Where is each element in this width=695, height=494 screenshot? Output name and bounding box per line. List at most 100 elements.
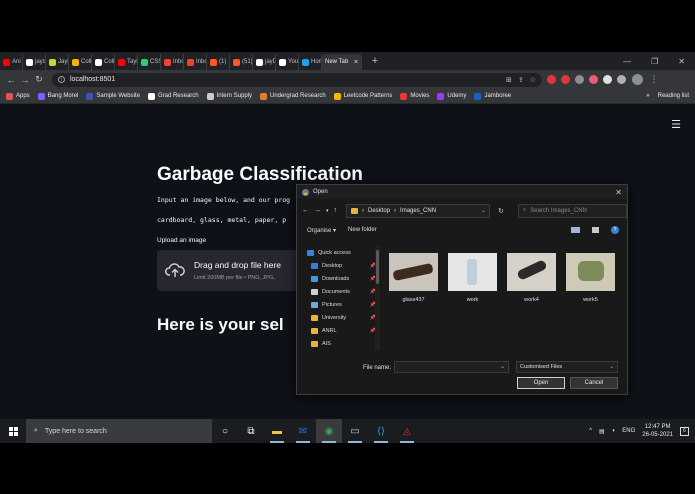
bookmark-item[interactable]: Grad Research — [147, 92, 199, 100]
browser-tab[interactable]: jaysl — [23, 54, 46, 70]
file-item[interactable]: glass437 — [389, 253, 438, 323]
bookmark-item[interactable]: Intern Supply — [206, 92, 252, 100]
minimize-icon[interactable]: — — [623, 57, 631, 66]
cancel-button[interactable]: Cancel — [570, 377, 618, 389]
network-icon[interactable]: ▤ — [599, 428, 605, 435]
nav-pane-item[interactable]: Documents 📌 — [305, 285, 382, 298]
new-folder-button[interactable]: New folder — [348, 227, 377, 233]
browser-tab[interactable]: Ani — [0, 54, 23, 70]
task-view-taskbar-icon[interactable]: ○ — [212, 419, 238, 443]
bookmark-item[interactable]: Leetcode Patterns — [333, 92, 392, 100]
extension-icon[interactable] — [617, 75, 626, 84]
extension-icon[interactable] — [589, 75, 598, 84]
new-tab-button[interactable]: + — [368, 55, 382, 67]
back-button[interactable]: ← — [4, 73, 18, 87]
chrome-taskbar-icon[interactable]: ◉ — [316, 419, 342, 443]
extension-icon[interactable] — [561, 75, 570, 84]
nav-pane-item[interactable]: ANRL 📌 — [305, 324, 382, 337]
path-dropdown-icon[interactable]: ⌄ — [481, 207, 489, 214]
bookmark-item[interactable]: Udemy — [437, 92, 466, 100]
browser-tab[interactable]: Hom — [299, 54, 322, 70]
file-explorer-taskbar-icon[interactable]: ▬ — [264, 419, 290, 443]
filetype-select[interactable]: Customised Files ⌄ — [516, 361, 618, 373]
browser-tab[interactable]: Jayl — [46, 54, 69, 70]
browser-tab[interactable]: Inbo — [184, 54, 207, 70]
filename-dropdown-icon[interactable]: ⌄ — [500, 363, 505, 370]
install-icon[interactable]: ⊞ — [506, 76, 512, 84]
help-icon[interactable]: ? — [611, 226, 619, 234]
file-item[interactable]: work4 — [507, 253, 556, 323]
nav-pane-item[interactable]: University 📌 — [305, 311, 382, 324]
dialog-back-icon[interactable]: ← — [302, 207, 309, 214]
nav-pane-item[interactable]: Pictures 📌 — [305, 298, 382, 311]
path-crumb-images[interactable]: Images_CNN — [400, 208, 436, 214]
profile-avatar[interactable] — [632, 74, 643, 85]
bookmark-item[interactable]: Bang Morel — [37, 92, 78, 100]
browser-tab[interactable]: Coll — [69, 54, 92, 70]
bookmark-item[interactable]: Jamboree — [474, 92, 511, 100]
browser-tab[interactable]: jayD — [253, 54, 276, 70]
view-options-icon[interactable] — [571, 227, 580, 233]
preview-pane-icon[interactable] — [592, 227, 599, 233]
maximize-icon[interactable]: ❐ — [651, 57, 658, 66]
widgets-taskbar-icon[interactable]: ⧉ — [238, 419, 264, 443]
file-dropzone[interactable]: Drag and drop file here Limit 200MB per … — [157, 250, 307, 291]
forward-button[interactable]: → — [18, 73, 32, 87]
bookmark-item[interactable]: Movies — [400, 92, 429, 100]
nav-pane-item[interactable]: Desktop 📌 — [305, 259, 382, 272]
file-item[interactable]: work — [448, 253, 497, 323]
bookmark-item[interactable]: Undergrad Research — [260, 92, 326, 100]
bookmarks-more-button[interactable]: » — [646, 93, 649, 99]
filename-input[interactable]: ⌄ — [394, 361, 509, 373]
dialog-close-icon[interactable]: ✕ — [615, 188, 622, 197]
notification-center-icon[interactable]: 6 — [680, 426, 689, 436]
acrobat-taskbar-icon[interactable]: ◬ — [394, 419, 420, 443]
language-indicator[interactable]: ENG — [622, 428, 635, 434]
bookmark-item[interactable]: Apps — [6, 92, 30, 100]
nav-pane-item[interactable]: Quick access — [305, 246, 382, 259]
outlook-taskbar-icon[interactable]: ✉ — [290, 419, 316, 443]
browser-tab[interactable]: CSS — [138, 54, 161, 70]
site-info-icon[interactable]: i — [58, 76, 65, 83]
vscode-taskbar-icon[interactable]: ⟨⟩ — [368, 419, 394, 443]
scrollbar-thumb[interactable] — [376, 250, 379, 284]
dialog-path-bar[interactable]: › Desktop › Images_CNN ⌄ — [346, 203, 490, 218]
start-button[interactable] — [0, 419, 26, 443]
browser-tab[interactable]: Your — [276, 54, 299, 70]
bookmark-item[interactable]: Sample Website — [86, 92, 140, 100]
volume-icon[interactable]: ◖ — [612, 428, 616, 434]
organise-button[interactable]: Organise ▾ — [307, 227, 336, 234]
nav-pane-scrollbar[interactable] — [375, 246, 380, 350]
reading-list-button[interactable]: Reading list — [658, 93, 689, 99]
browser-tab[interactable]: Inbo — [161, 54, 184, 70]
hamburger-menu-icon[interactable]: ☰ — [671, 118, 681, 131]
tray-chevron-icon[interactable]: ^ — [589, 428, 592, 434]
path-crumb-desktop[interactable]: Desktop — [368, 208, 390, 214]
file-item[interactable]: work5 — [566, 253, 615, 323]
browser-tab[interactable]: (51) — [230, 54, 253, 70]
browser-tab[interactable]: Tayl — [115, 54, 138, 70]
browser-tab[interactable]: Coll — [92, 54, 115, 70]
extension-icon[interactable] — [575, 75, 584, 84]
dialog-forward-icon[interactable]: → — [314, 207, 321, 214]
nav-pane-item[interactable]: AIS — [305, 337, 382, 350]
open-button[interactable]: Open — [517, 377, 565, 389]
clock[interactable]: 12:47 PM 26-05-2021 — [642, 423, 673, 439]
chrome-menu-button[interactable]: ⋮ — [647, 73, 661, 87]
bookmark-star-icon[interactable]: ☆ — [530, 76, 536, 84]
dialog-titlebar[interactable]: Open ✕ — [297, 185, 627, 199]
reload-button[interactable]: ↻ — [32, 73, 46, 87]
dialog-up-icon[interactable]: ↑ — [334, 207, 338, 214]
extension-icon[interactable] — [603, 75, 612, 84]
extension-icon[interactable] — [547, 75, 556, 84]
browser-tab-active[interactable]: New Tab × — [322, 54, 362, 70]
dialog-recent-icon[interactable]: ▾ — [326, 208, 329, 214]
close-window-icon[interactable]: ✕ — [678, 57, 685, 66]
taskbar-search[interactable]: ⌕ Type here to search — [26, 419, 212, 443]
dialog-search-input[interactable]: ⌕ Search Images_CNN — [517, 203, 627, 218]
nav-pane-item[interactable]: Downloads 📌 — [305, 272, 382, 285]
address-bar[interactable]: i localhost:8501 ⊞ ⇪ ☆ — [52, 72, 542, 87]
terminal-taskbar-icon[interactable]: ▭ — [342, 419, 368, 443]
tab-close-icon[interactable]: × — [354, 59, 358, 66]
browser-tab[interactable]: (1) — [207, 54, 230, 70]
